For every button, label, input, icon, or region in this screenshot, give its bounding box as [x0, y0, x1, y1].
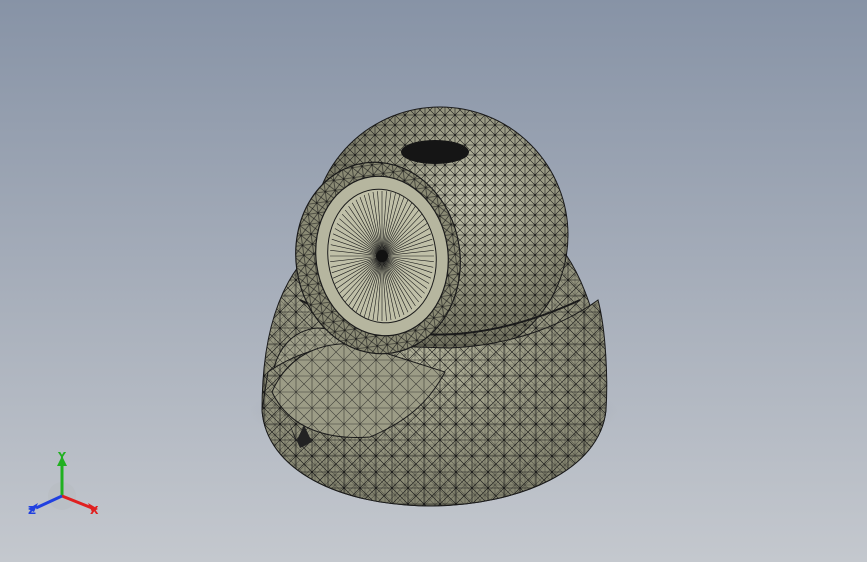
triad-x-label: X [90, 504, 99, 517]
dome-camera-model[interactable] [0, 0, 867, 562]
triad-y-label: Y [58, 450, 66, 463]
graphics-viewport[interactable]: Y Z X [0, 0, 867, 562]
triad-z-label: Z [28, 504, 36, 517]
top-hole [401, 140, 469, 164]
lens-center [376, 250, 388, 262]
